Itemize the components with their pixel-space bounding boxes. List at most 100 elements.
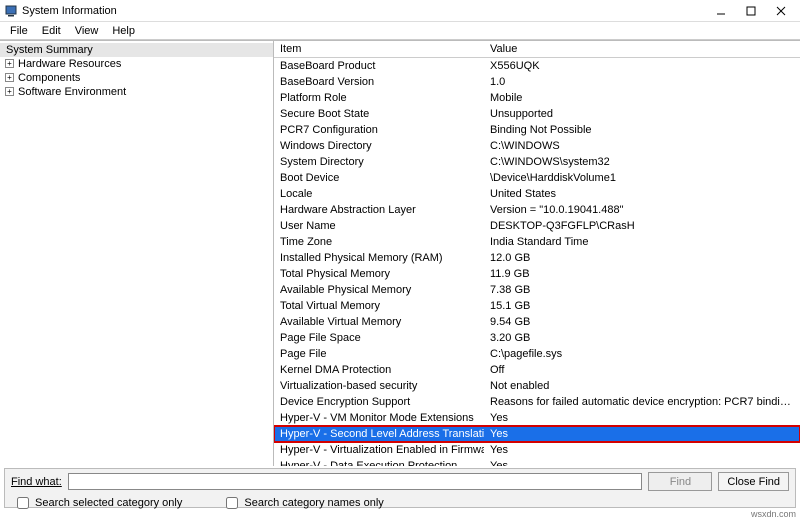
cell-item: User Name — [274, 220, 484, 232]
close-button[interactable] — [772, 4, 790, 18]
find-button[interactable]: Find — [648, 472, 712, 491]
list-row[interactable]: Total Virtual Memory15.1 GB — [274, 298, 800, 314]
list-row[interactable]: Time ZoneIndia Standard Time — [274, 234, 800, 250]
list-row[interactable]: Page FileC:\pagefile.sys — [274, 346, 800, 362]
expand-icon[interactable]: + — [5, 59, 14, 68]
tree-item-hardware[interactable]: + Hardware Resources — [0, 57, 273, 71]
find-bar: Find what: Find Close Find Search select… — [4, 468, 796, 508]
menu-view[interactable]: View — [69, 24, 105, 38]
cell-value: India Standard Time — [484, 236, 800, 248]
list-row[interactable]: User NameDESKTOP-Q3FGFLP\CRasH — [274, 218, 800, 234]
cell-item: Page File Space — [274, 332, 484, 344]
list-row[interactable]: Platform RoleMobile — [274, 90, 800, 106]
cell-item: BaseBoard Version — [274, 76, 484, 88]
cell-item: Secure Boot State — [274, 108, 484, 120]
cell-item: Hyper-V - Second Level Address Translati… — [274, 428, 484, 440]
cell-item: Windows Directory — [274, 140, 484, 152]
maximize-button[interactable] — [742, 4, 760, 18]
tree-item-label: Components — [18, 72, 80, 84]
cell-value: Yes — [484, 460, 800, 466]
cell-value: X556UQK — [484, 60, 800, 72]
list-row[interactable]: Hyper-V - Virtualization Enabled in Firm… — [274, 442, 800, 458]
list-row[interactable]: Installed Physical Memory (RAM)12.0 GB — [274, 250, 800, 266]
tree-item-software[interactable]: + Software Environment — [0, 85, 273, 99]
list-row[interactable]: Available Physical Memory7.38 GB — [274, 282, 800, 298]
checkbox-label: Search selected category only — [35, 497, 182, 509]
cell-item: Hyper-V - VM Monitor Mode Extensions — [274, 412, 484, 424]
cell-value: \Device\HarddiskVolume1 — [484, 172, 800, 184]
cell-value: Off — [484, 364, 800, 376]
menu-help[interactable]: Help — [106, 24, 141, 38]
cell-item: PCR7 Configuration — [274, 124, 484, 136]
cell-item: BaseBoard Product — [274, 60, 484, 72]
cell-value: Not enabled — [484, 380, 800, 392]
search-selected-checkbox[interactable]: Search selected category only — [13, 494, 182, 512]
header-item[interactable]: Item — [274, 41, 484, 57]
list-row[interactable]: PCR7 ConfigurationBinding Not Possible — [274, 122, 800, 138]
cell-value: Binding Not Possible — [484, 124, 800, 136]
cell-value: Yes — [484, 412, 800, 424]
list-row[interactable]: Hyper-V - Second Level Address Translati… — [274, 426, 800, 442]
cell-value: Version = "10.0.19041.488" — [484, 204, 800, 216]
cell-item: Total Virtual Memory — [274, 300, 484, 312]
cell-item: Hyper-V - Virtualization Enabled in Firm… — [274, 444, 484, 456]
cell-value: 9.54 GB — [484, 316, 800, 328]
list-row[interactable]: Available Virtual Memory9.54 GB — [274, 314, 800, 330]
cell-value: Mobile — [484, 92, 800, 104]
cell-item: Hardware Abstraction Layer — [274, 204, 484, 216]
find-input[interactable] — [68, 473, 643, 490]
checkbox-icon[interactable] — [17, 497, 29, 509]
cell-value: Yes — [484, 444, 800, 456]
cell-value: DESKTOP-Q3FGFLP\CRasH — [484, 220, 800, 232]
header-value[interactable]: Value — [484, 41, 800, 57]
list-row[interactable]: Kernel DMA ProtectionOff — [274, 362, 800, 378]
close-find-button[interactable]: Close Find — [718, 472, 789, 491]
tree-root[interactable]: System Summary — [0, 43, 273, 57]
cell-value: United States — [484, 188, 800, 200]
checkbox-icon[interactable] — [226, 497, 238, 509]
checkbox-label: Search category names only — [244, 497, 383, 509]
list-row[interactable]: Virtualization-based securityNot enabled — [274, 378, 800, 394]
details-list[interactable]: Item Value BaseBoard ProductX556UQKBaseB… — [274, 41, 800, 466]
list-row[interactable]: Secure Boot StateUnsupported — [274, 106, 800, 122]
cell-item: Boot Device — [274, 172, 484, 184]
tree-item-label: Software Environment — [18, 86, 126, 98]
list-row[interactable]: System DirectoryC:\WINDOWS\system32 — [274, 154, 800, 170]
list-row[interactable]: BaseBoard Version1.0 — [274, 74, 800, 90]
cell-item: Available Physical Memory — [274, 284, 484, 296]
cell-value: Yes — [484, 428, 800, 440]
cell-item: Locale — [274, 188, 484, 200]
menu-file[interactable]: File — [4, 24, 34, 38]
list-row[interactable]: Total Physical Memory11.9 GB — [274, 266, 800, 282]
cell-item: Total Physical Memory — [274, 268, 484, 280]
cell-value: 3.20 GB — [484, 332, 800, 344]
cell-value: 15.1 GB — [484, 300, 800, 312]
cell-item: Virtualization-based security — [274, 380, 484, 392]
list-row[interactable]: Hyper-V - Data Execution ProtectionYes — [274, 458, 800, 466]
list-row[interactable]: BaseBoard ProductX556UQK — [274, 58, 800, 74]
expand-icon[interactable]: + — [5, 87, 14, 96]
minimize-button[interactable] — [712, 4, 730, 18]
cell-value: 7.38 GB — [484, 284, 800, 296]
list-row[interactable]: Hyper-V - VM Monitor Mode ExtensionsYes — [274, 410, 800, 426]
titlebar: System Information — [0, 0, 800, 22]
cell-item: Platform Role — [274, 92, 484, 104]
list-row[interactable]: Windows DirectoryC:\WINDOWS — [274, 138, 800, 154]
tree-item-components[interactable]: + Components — [0, 71, 273, 85]
list-row[interactable]: Device Encryption SupportReasons for fai… — [274, 394, 800, 410]
search-names-checkbox[interactable]: Search category names only — [222, 494, 383, 512]
list-row[interactable]: LocaleUnited States — [274, 186, 800, 202]
expand-icon[interactable]: + — [5, 73, 14, 82]
list-row[interactable]: Hardware Abstraction LayerVersion = "10.… — [274, 202, 800, 218]
list-row[interactable]: Page File Space3.20 GB — [274, 330, 800, 346]
tree-item-label: Hardware Resources — [18, 58, 121, 70]
category-tree[interactable]: System Summary + Hardware Resources + Co… — [0, 41, 274, 466]
cell-item: Hyper-V - Data Execution Protection — [274, 460, 484, 466]
cell-value: C:\WINDOWS — [484, 140, 800, 152]
menubar: File Edit View Help — [0, 22, 800, 40]
cell-item: Device Encryption Support — [274, 396, 484, 408]
cell-value: Reasons for failed automatic device encr… — [484, 396, 800, 408]
list-row[interactable]: Boot Device\Device\HarddiskVolume1 — [274, 170, 800, 186]
menu-edit[interactable]: Edit — [36, 24, 67, 38]
list-header: Item Value — [274, 41, 800, 58]
